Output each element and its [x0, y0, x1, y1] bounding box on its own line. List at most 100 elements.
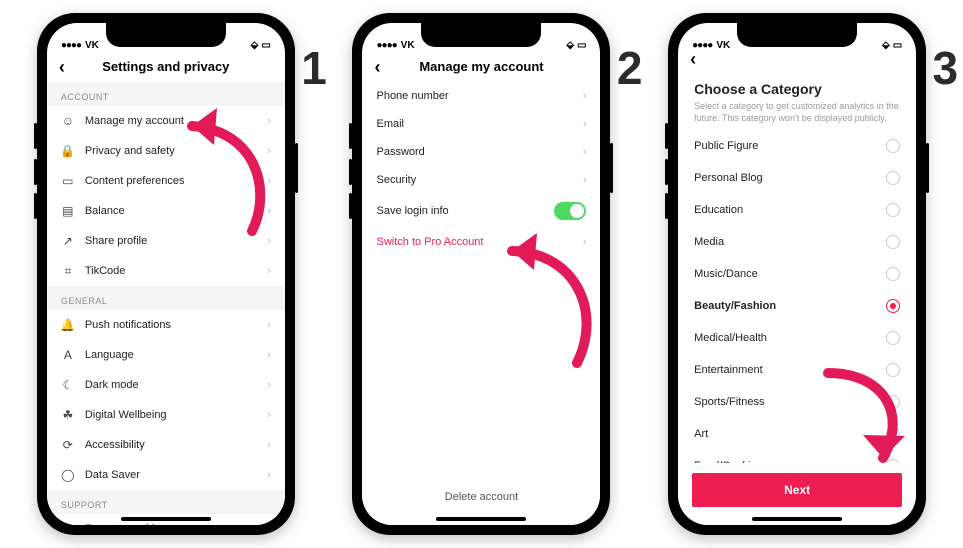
row-label: Manage my account	[85, 115, 257, 127]
settings-row-privacy-and-safety[interactable]: 🔒 Privacy and safety ›	[47, 136, 285, 166]
screen-choose-category: ●●●● VK 13:26 ⬙ ▭ ‹ Choose a Category Se…	[678, 23, 916, 525]
chevron-right-icon: ›	[267, 115, 271, 127]
settings-row-digital-wellbeing[interactable]: ☘Digital Wellbeing›	[47, 400, 285, 430]
access-icon: ⟳	[61, 438, 75, 452]
category-label: Media	[694, 236, 724, 248]
lock-icon: 🔒	[61, 144, 75, 158]
radio-button[interactable]	[886, 171, 900, 185]
settings-row-manage-my-account[interactable]: ☺Manage my account›	[47, 106, 285, 136]
category-label: Food/Cooking	[694, 460, 763, 463]
category-sports-fitness[interactable]: Sports/Fitness	[678, 386, 916, 418]
chevron-right-icon: ›	[267, 523, 271, 525]
radio-button[interactable]	[886, 203, 900, 217]
language-icon: A	[61, 348, 75, 362]
category-art[interactable]: Art	[678, 418, 916, 450]
back-button[interactable]: ‹	[690, 50, 696, 68]
category-label: Medical/Health	[694, 332, 767, 344]
settings-row-push-notifications[interactable]: 🔔Push notifications›	[47, 310, 285, 340]
radio-button[interactable]	[886, 267, 900, 281]
home-indicator[interactable]	[121, 517, 211, 521]
screen-manage-account: ●●●● VK 13:26 ⬙ ▭ ‹ Manage my account Ph…	[362, 23, 600, 525]
category-label: Art	[694, 428, 708, 440]
radio-button[interactable]	[886, 459, 900, 463]
next-button[interactable]: Next	[692, 473, 902, 507]
row-label: Switch to Pro Account	[376, 236, 572, 248]
wifi-icon: ⬙	[251, 41, 259, 51]
back-button[interactable]: ‹	[59, 58, 65, 76]
account-row-phone-number[interactable]: Phone number›	[362, 82, 600, 110]
radio-button[interactable]	[886, 235, 900, 249]
category-entertainment[interactable]: Entertainment	[678, 354, 916, 386]
row-label: Balance	[85, 205, 257, 217]
chevron-right-icon: ›	[267, 439, 271, 451]
back-button[interactable]: ‹	[374, 58, 380, 76]
chevron-right-icon: ›	[267, 265, 271, 277]
notch	[106, 23, 226, 47]
row-label: Share profile	[85, 235, 257, 247]
row-label: Digital Wellbeing	[85, 409, 257, 421]
step-number-1: 1	[301, 45, 327, 91]
chevron-right-icon: ›	[267, 175, 271, 187]
carrier-label: VK	[401, 40, 415, 51]
account-row-save-login-info[interactable]: Save login info	[362, 194, 600, 228]
share-icon: ↗	[61, 234, 75, 248]
section-header: GENERAL	[47, 286, 285, 310]
chevron-right-icon: ›	[267, 145, 271, 157]
step-number-3: 3	[933, 45, 959, 91]
wifi-icon: ⬙	[882, 41, 890, 51]
row-label: Security	[376, 174, 572, 186]
carrier-label: VK	[716, 40, 730, 51]
radio-button[interactable]	[886, 363, 900, 377]
category-public-figure[interactable]: Public Figure	[678, 130, 916, 162]
wellbeing-icon: ☘	[61, 408, 75, 422]
category-medical-health[interactable]: Medical/Health	[678, 322, 916, 354]
home-indicator[interactable]	[436, 517, 526, 521]
radio-button[interactable]	[886, 139, 900, 153]
bell-icon: 🔔	[61, 318, 75, 332]
account-row-password[interactable]: Password›	[362, 138, 600, 166]
radio-button[interactable]	[886, 427, 900, 441]
category-personal-blog[interactable]: Personal Blog	[678, 162, 916, 194]
wallet-icon: ▤	[61, 204, 75, 218]
row-label: Privacy and safety	[85, 145, 257, 157]
row-label: TikCode	[85, 265, 257, 277]
category-education[interactable]: Education	[678, 194, 916, 226]
toggle-switch[interactable]	[554, 202, 586, 220]
signal-icon: ●●●●	[61, 40, 81, 51]
chevron-right-icon: ›	[267, 235, 271, 247]
settings-row-share-profile[interactable]: ↗ Share profile ›	[47, 226, 285, 256]
chevron-right-icon: ›	[267, 469, 271, 481]
chevron-right-icon: ›	[267, 319, 271, 331]
settings-row-dark-mode[interactable]: ☾Dark mode›	[47, 370, 285, 400]
settings-row-accessibility[interactable]: ⟳Accessibility›	[47, 430, 285, 460]
category-label: Sports/Fitness	[694, 396, 764, 408]
category-beauty-fashion[interactable]: Beauty/Fashion	[678, 290, 916, 322]
row-label: Content preferences	[85, 175, 257, 187]
settings-row-balance[interactable]: ▤Balance›	[47, 196, 285, 226]
account-list: Phone number›Email›Password› Security › Sav…	[362, 82, 600, 525]
account-row-switch-to-pro-account[interactable]: Switch to Pro Account›	[362, 228, 600, 256]
category-label: Personal Blog	[694, 172, 763, 184]
chevron-right-icon: ›	[267, 349, 271, 361]
category-media[interactable]: Media	[678, 226, 916, 258]
chevron-right-icon: ›	[583, 174, 587, 186]
report-icon: ✎	[61, 522, 75, 525]
account-row-email[interactable]: Email›	[362, 110, 600, 138]
home-indicator[interactable]	[752, 517, 842, 521]
settings-row-content-preferences[interactable]: ▭Content preferences›	[47, 166, 285, 196]
category-label: Beauty/Fashion	[694, 300, 776, 312]
settings-row-language[interactable]: A Language ›	[47, 340, 285, 370]
radio-button[interactable]	[886, 395, 900, 409]
account-row-security[interactable]: Security ›	[362, 166, 600, 194]
battery-icon: ▭	[261, 41, 270, 51]
category-content: Choose a Category Select a category to g…	[678, 67, 916, 525]
radio-button[interactable]	[886, 299, 900, 313]
category-music-dance[interactable]: Music/Dance	[678, 258, 916, 290]
radio-button[interactable]	[886, 331, 900, 345]
settings-row-tikcode[interactable]: ⌗TikCode›	[47, 256, 285, 286]
category-label: Entertainment	[694, 364, 762, 376]
category-food-cooking[interactable]: Food/Cooking	[678, 450, 916, 463]
row-label: Language	[85, 349, 257, 361]
settings-row-data-saver[interactable]: ◯Data Saver›	[47, 460, 285, 490]
signal-icon: ●●●●	[376, 40, 396, 51]
